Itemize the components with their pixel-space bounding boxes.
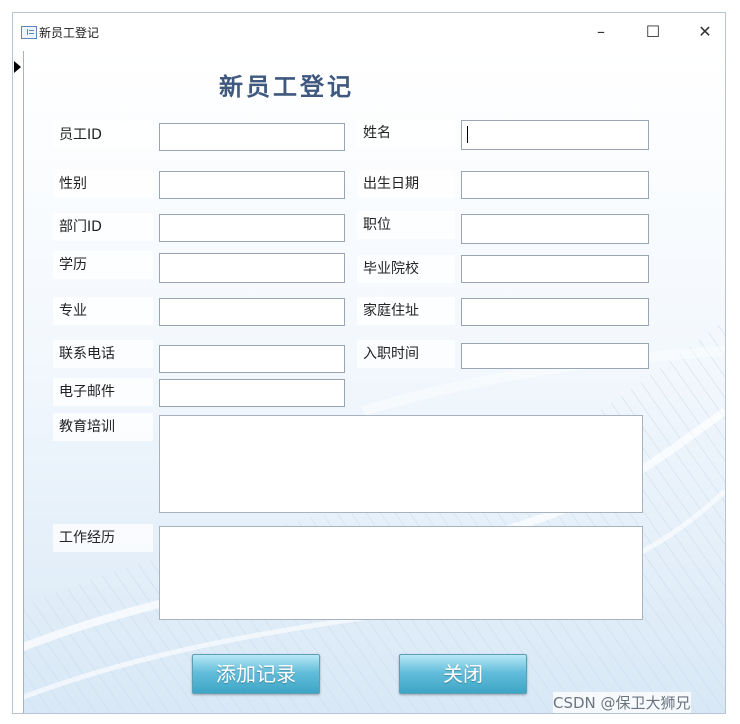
home-address-label: 家庭住址	[357, 297, 455, 325]
phone-field[interactable]	[159, 345, 345, 373]
gender-field[interactable]	[159, 171, 345, 199]
work-history-textarea[interactable]	[159, 526, 643, 620]
form-icon	[21, 26, 37, 39]
maximize-button[interactable]: ☐	[633, 17, 673, 47]
work-history-label: 工作经历	[53, 524, 153, 552]
department-id-field[interactable]	[159, 214, 345, 242]
record-selector[interactable]	[13, 51, 24, 713]
birth-date-field[interactable]	[461, 171, 649, 199]
name-label: 姓名	[357, 119, 455, 147]
hire-date-field[interactable]	[461, 343, 649, 369]
graduated-school-label: 毕业院校	[357, 255, 455, 283]
department-id-label: 部门ID	[53, 213, 153, 241]
form-heading: 新员工登记	[219, 72, 354, 101]
employee-id-field[interactable]	[159, 123, 345, 151]
title-bar: 新员工登记 – ☐ ✕	[13, 13, 725, 51]
hire-date-label: 入职时间	[357, 340, 455, 368]
training-textarea[interactable]	[159, 415, 643, 513]
employee-id-label: 员工ID	[53, 121, 153, 149]
major-field[interactable]	[159, 298, 345, 326]
watermark: CSDN @保卫大狮兄	[553, 692, 691, 713]
current-record-arrow-icon	[14, 61, 21, 73]
close-window-button[interactable]: ✕	[685, 17, 725, 47]
graduated-school-field[interactable]	[461, 255, 649, 283]
gender-label: 性别	[53, 170, 153, 198]
minimize-button[interactable]: –	[581, 17, 621, 47]
home-address-field[interactable]	[461, 298, 649, 326]
education-field[interactable]	[159, 253, 345, 283]
major-label: 专业	[53, 297, 153, 325]
form-window: 新员工登记 – ☐ ✕ 新员工登记 员工ID 姓名 性别 出生日期 部门ID 职…	[12, 12, 726, 714]
email-field[interactable]	[159, 379, 345, 407]
window-title: 新员工登记	[39, 26, 100, 40]
add-record-button[interactable]: 添加记录	[192, 654, 320, 694]
email-label: 电子邮件	[53, 378, 153, 406]
text-cursor	[467, 126, 468, 143]
form-body: 新员工登记 员工ID 姓名 性别 出生日期 部门ID 职位 学历 毕业院校 专业…	[13, 51, 725, 713]
position-field[interactable]	[461, 214, 649, 244]
name-field[interactable]	[461, 120, 649, 150]
education-label: 学历	[53, 251, 153, 279]
phone-label: 联系电话	[53, 340, 153, 368]
close-button[interactable]: 关闭	[399, 654, 527, 694]
training-label: 教育培训	[53, 413, 153, 441]
position-label: 职位	[357, 211, 455, 239]
birth-date-label: 出生日期	[357, 170, 455, 198]
